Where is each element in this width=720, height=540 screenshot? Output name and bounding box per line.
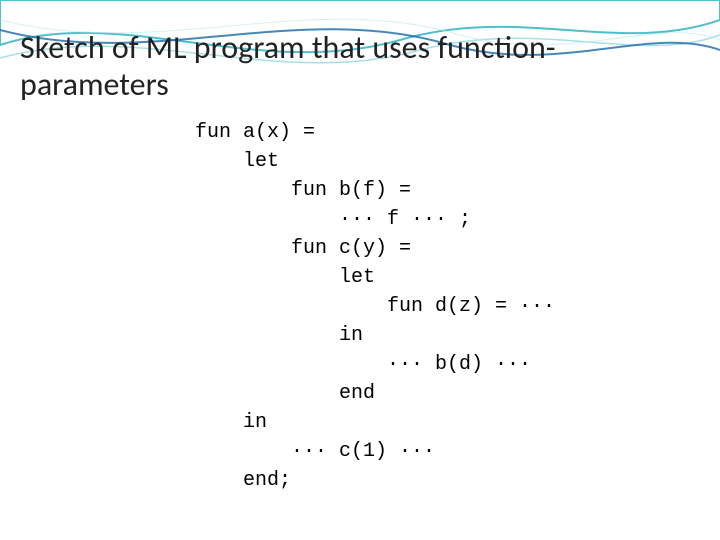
code-block: fun a(x) = let fun b(f) = ··· f ··· ; fu… [195,118,555,495]
code-line: ··· b(d) ··· [195,353,531,376]
code-line: fun b(f) = [195,179,411,202]
code-line: fun d(z) = ··· [195,295,555,318]
code-line: fun a(x) = [195,121,315,144]
code-line: end [195,382,375,405]
code-line: in [195,411,267,434]
code-line: fun c(y) = [195,237,411,260]
slide: Sketch of ML program that uses function-… [0,0,720,540]
code-line: ··· c(1) ··· [195,440,435,463]
code-line: let [195,266,375,289]
code-line: end; [195,469,291,492]
slide-title: Sketch of ML program that uses function-… [20,30,700,104]
code-line: in [195,324,363,347]
code-line: let [195,150,279,173]
code-line: ··· f ··· ; [195,208,471,231]
